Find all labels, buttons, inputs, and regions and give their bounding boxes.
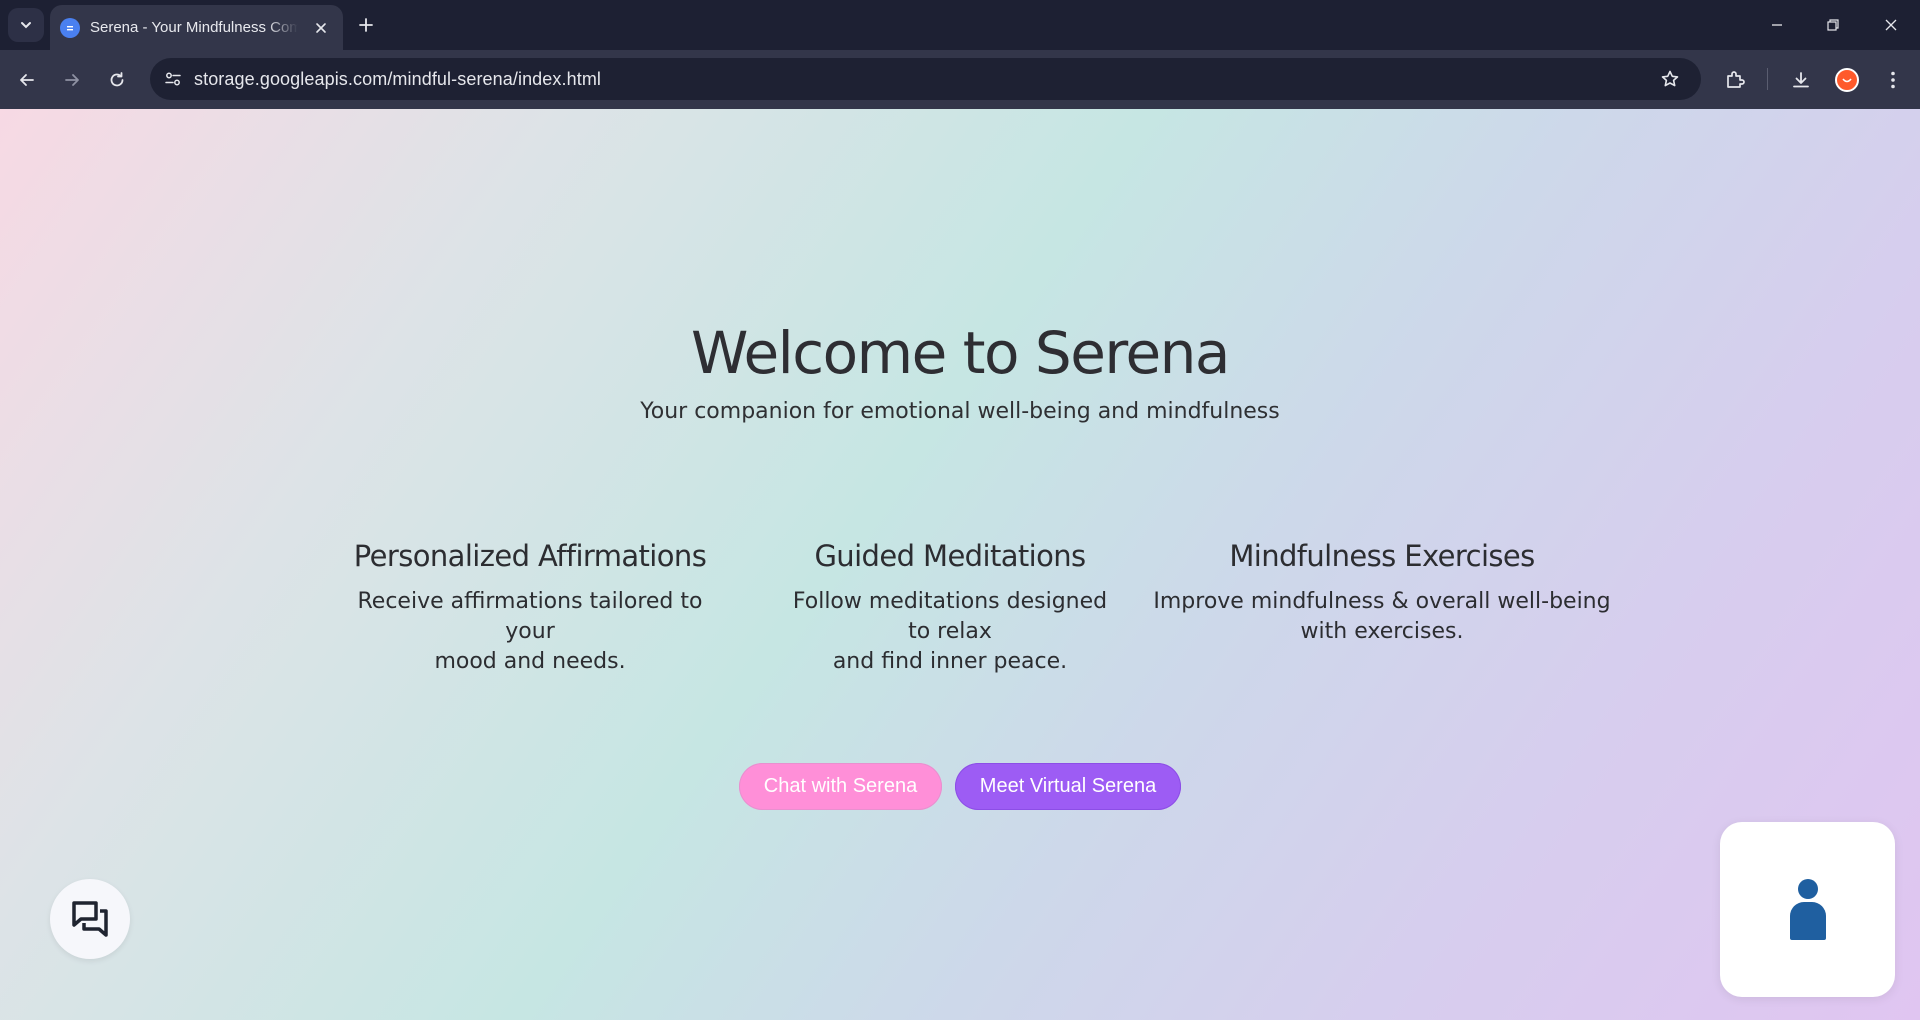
minimize-button[interactable] (1762, 10, 1792, 40)
browser-menu-button[interactable] (1877, 64, 1909, 96)
feature-title: Mindfulness Exercises (1229, 539, 1535, 573)
feature-exercises: Mindfulness Exercises Improve mindfulnes… (1152, 539, 1612, 647)
tab-strip: Serena - Your Mindfulness Companion (0, 0, 1920, 50)
arrow-right-icon (65, 74, 79, 86)
address-bar[interactable]: storage.googleapis.com/mindful-serena/in… (150, 58, 1701, 100)
feature-description: Follow meditations designed to relax and… (792, 589, 1108, 674)
restore-button[interactable] (1818, 10, 1848, 40)
bookmark-star-icon[interactable] (1655, 64, 1685, 94)
page-content: Welcome to Serena Your companion for emo… (0, 109, 1920, 1020)
page-subtitle: Your companion for emotional well-being … (640, 399, 1280, 424)
download-icon (1793, 72, 1809, 88)
new-tab-button[interactable] (352, 11, 380, 39)
plus-icon (359, 18, 373, 32)
meet-virtual-serena-button[interactable]: Meet Virtual Serena (955, 763, 1181, 810)
chevron-down-icon (21, 22, 31, 29)
close-window-button[interactable] (1876, 10, 1906, 40)
feature-description: Improve mindfulness & overall well-being… (1153, 589, 1611, 644)
chat-launcher-button[interactable] (50, 879, 130, 959)
url-text: storage.googleapis.com/mindful-serena/in… (194, 68, 602, 89)
restore-icon (1827, 19, 1839, 31)
profile-avatar-icon (1835, 68, 1859, 92)
site-info-icon[interactable] (158, 64, 188, 94)
active-tab[interactable]: Serena - Your Mindfulness Companion (50, 5, 343, 50)
hero-section: Welcome to Serena Your companion for emo… (0, 319, 1920, 424)
forward-button[interactable] (56, 64, 88, 96)
person-icon (1789, 878, 1826, 940)
arrow-left-icon (20, 74, 34, 86)
puzzle-piece-icon (1727, 71, 1745, 88)
minimize-icon (1772, 24, 1782, 26)
feature-meditations: Guided Meditations Follow meditations de… (770, 539, 1130, 677)
tab-search-button[interactable] (8, 8, 44, 42)
reload-icon (110, 72, 124, 87)
browser-toolbar: storage.googleapis.com/mindful-serena/in… (0, 50, 1920, 109)
reload-button[interactable] (101, 64, 133, 96)
extensions-button[interactable] (1719, 64, 1751, 96)
forum-icon (72, 901, 108, 937)
chat-with-serena-button[interactable]: Chat with Serena (739, 763, 942, 810)
tab-title: Serena - Your Mindfulness Companion (90, 19, 298, 36)
feature-affirmations: Personalized Affirmations Receive affirm… (330, 539, 730, 677)
downloads-button[interactable] (1785, 64, 1817, 96)
feature-title: Personalized Affirmations (353, 539, 707, 573)
back-button[interactable] (11, 64, 43, 96)
more-vertical-icon (1891, 71, 1895, 89)
virtual-serena-widget[interactable] (1720, 822, 1895, 997)
close-icon (1885, 19, 1897, 31)
close-tab-icon[interactable] (309, 16, 333, 40)
profile-button[interactable] (1831, 64, 1863, 96)
feature-title: Guided Meditations (814, 539, 1086, 573)
toolbar-separator (1767, 68, 1768, 90)
page-favicon-icon (60, 17, 80, 38)
page-title: Welcome to Serena (691, 319, 1230, 387)
feature-description: Receive affirmations tailored to your mo… (357, 589, 703, 674)
